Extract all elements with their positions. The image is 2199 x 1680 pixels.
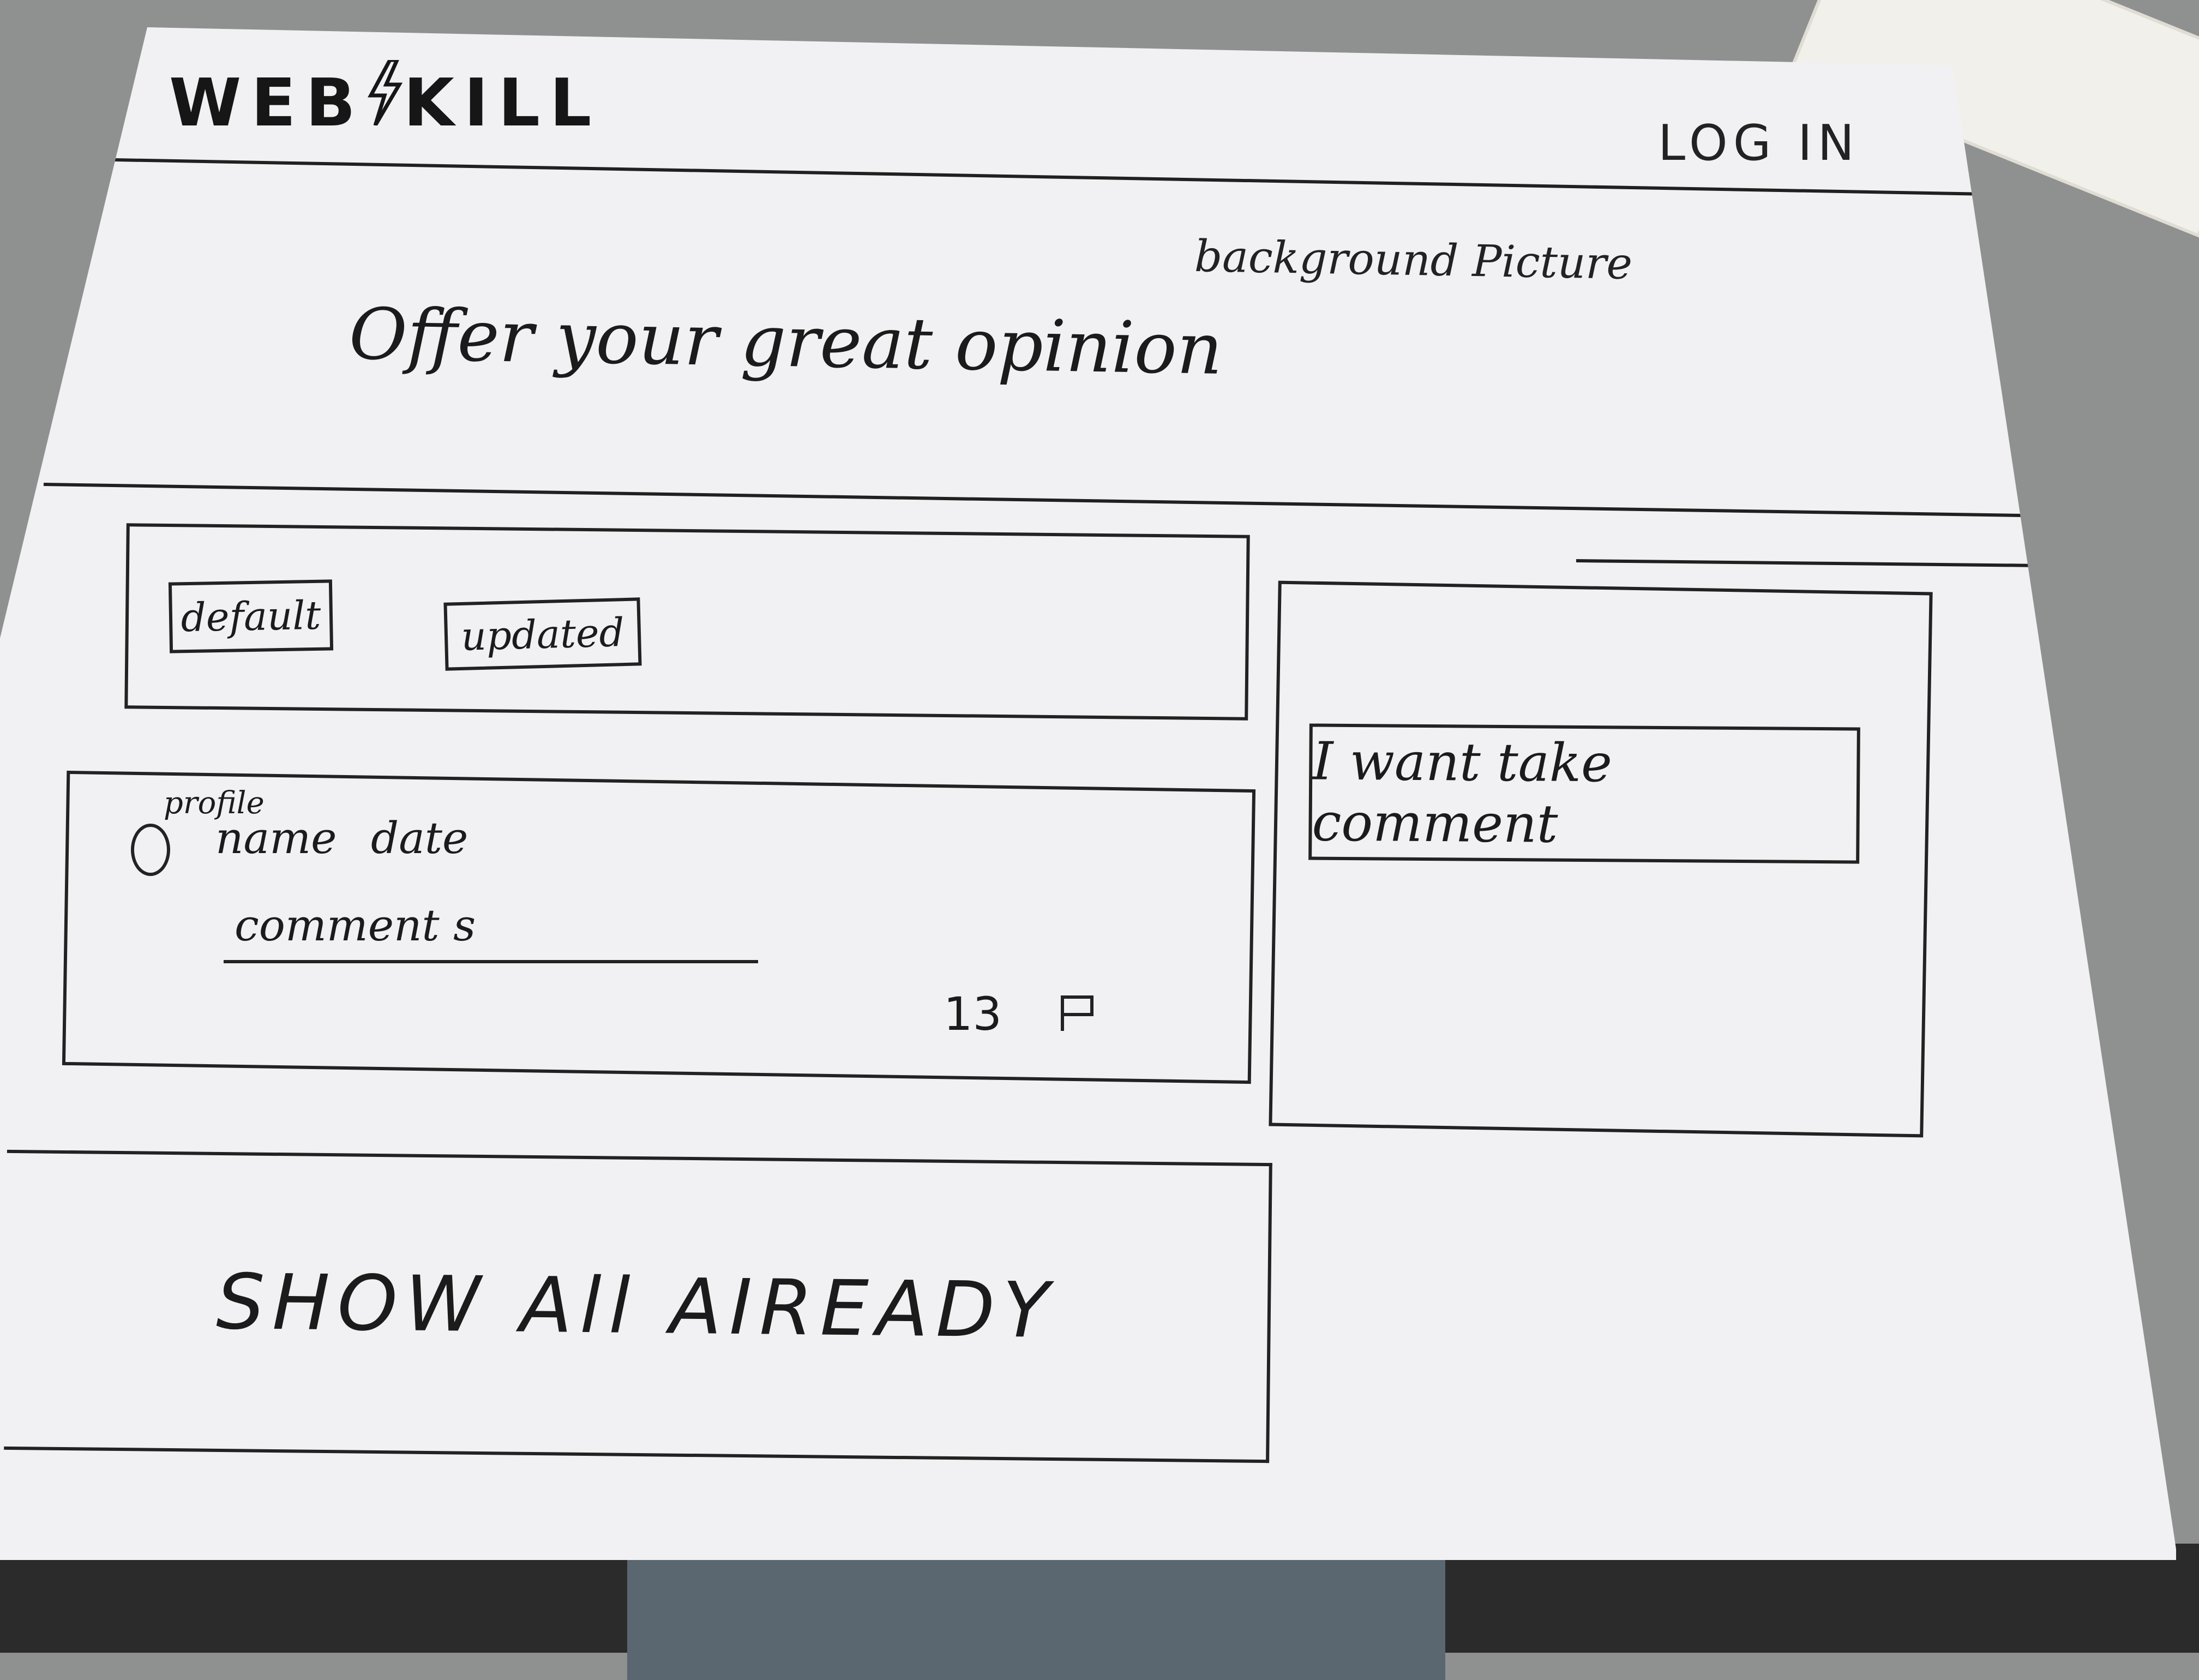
logo-text-right: KILL <box>403 65 602 141</box>
hero-background-note: background Picture <box>1194 231 1633 289</box>
show-all-button[interactable]: SHOW All AIREADY <box>4 1149 1272 1463</box>
logo-text-left: WEB <box>169 65 365 141</box>
hero-divider <box>43 483 2040 518</box>
flag-icon[interactable] <box>1058 993 1096 1031</box>
site-logo[interactable]: WEB KILL <box>169 58 602 141</box>
backdrop-jeans <box>627 1560 1445 1680</box>
like-count[interactable]: 13 <box>944 987 1002 1041</box>
comment-underline <box>224 960 758 963</box>
login-link[interactable]: LOG IN <box>1658 115 1860 172</box>
hero-title: Offer your great opinion <box>348 292 1223 391</box>
write-comment-button[interactable]: I want take comment <box>1308 723 1860 864</box>
tab-default[interactable]: default <box>168 579 334 653</box>
tab-updated[interactable]: updated <box>443 597 642 671</box>
wireframe-sheet: WEB KILL LOG IN background Picture Offer … <box>0 27 2176 1560</box>
comment-text: comment s <box>235 900 476 951</box>
comment-author-name: name <box>215 813 337 863</box>
lightning-bolt-icon <box>365 58 404 141</box>
sidebar-top-line <box>1576 559 2045 568</box>
comment-date: date <box>371 813 468 863</box>
profile-avatar-icon[interactable] <box>131 824 170 876</box>
